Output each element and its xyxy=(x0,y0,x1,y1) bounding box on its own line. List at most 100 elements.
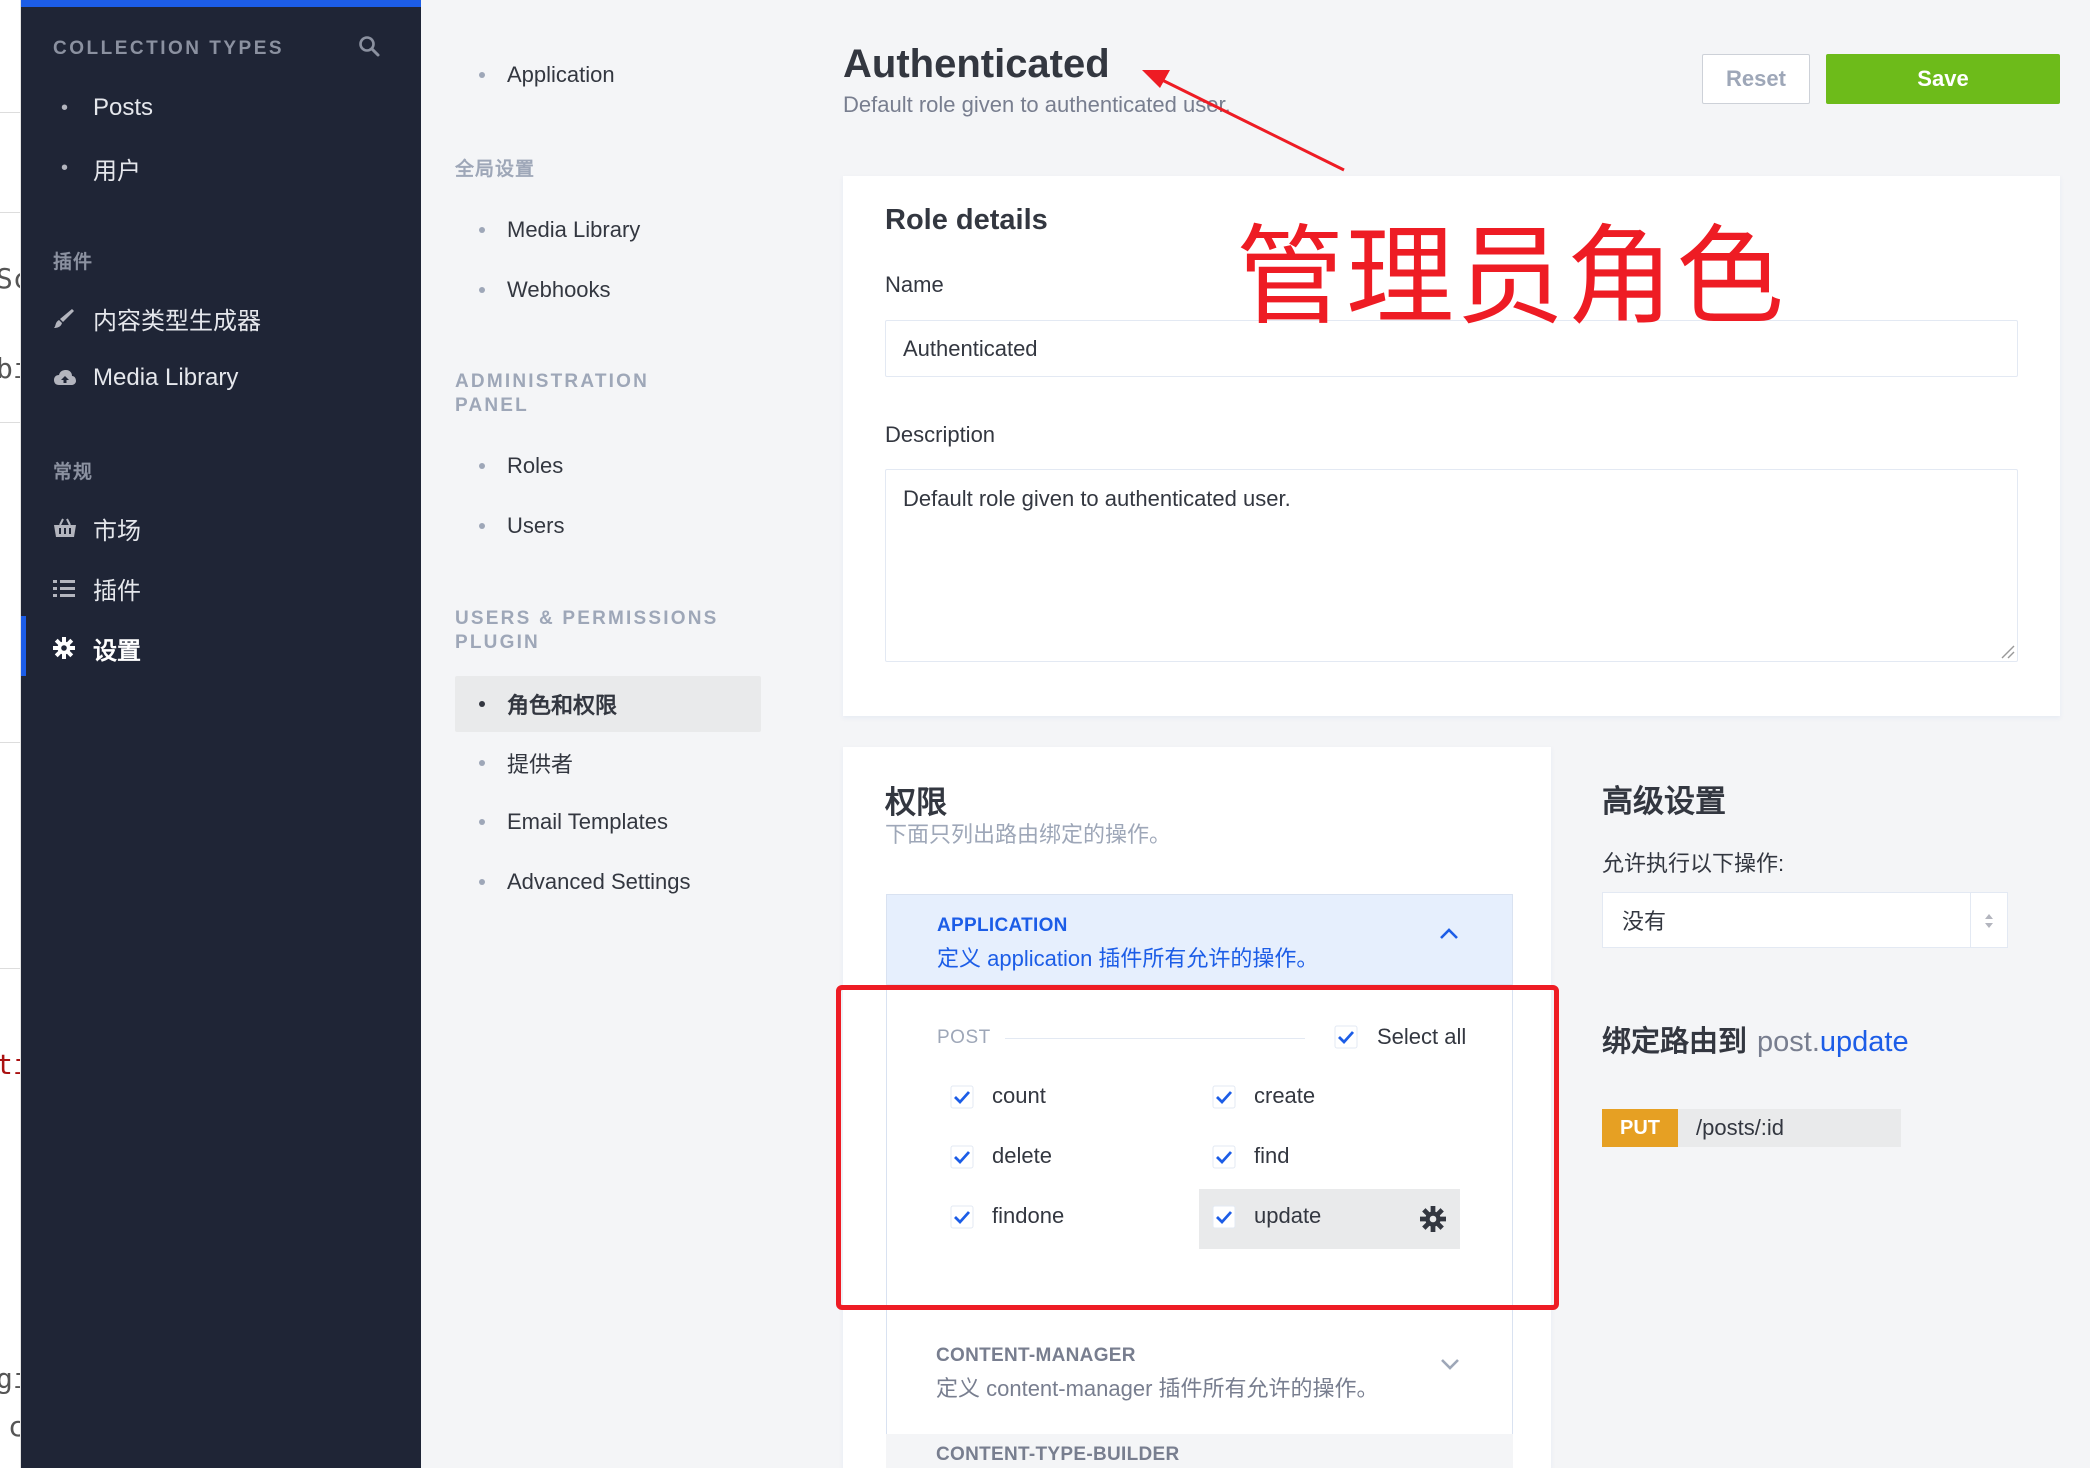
bullet-icon xyxy=(479,819,485,825)
accordion-name: APPLICATION xyxy=(937,915,1068,936)
bullet-icon xyxy=(479,760,485,766)
route-action: update xyxy=(1819,1026,1909,1058)
bullet-icon xyxy=(479,463,485,469)
users-permissions-heading: USERS & PERMISSIONS PLUGIN xyxy=(455,607,719,655)
settings-item-label: Webhooks xyxy=(507,277,611,302)
settings-item-label: Users xyxy=(507,513,565,538)
page-title: Authenticated xyxy=(843,42,1110,86)
bullet-icon xyxy=(479,523,485,529)
background-window-edge: Sc bi ti gi c xyxy=(0,0,21,1468)
sidebar-top-accent xyxy=(21,0,421,7)
sidebar-item-label: 用户 xyxy=(93,157,141,185)
annotation-box xyxy=(836,985,1559,1310)
chevron-up-icon[interactable] xyxy=(1438,927,1460,941)
bullet-icon xyxy=(479,227,485,233)
sidebar-item-posts[interactable]: • Posts xyxy=(53,86,153,130)
edge-fragment: gi xyxy=(0,1362,20,1395)
search-icon[interactable] xyxy=(357,34,383,60)
settings-item-label: 角色和权限 xyxy=(507,693,618,718)
permissions-subtitle: 下面只列出路由绑定的操作。 xyxy=(885,822,1172,847)
name-label: Name xyxy=(885,272,944,297)
heading-line: PLUGIN xyxy=(455,632,540,653)
resize-handle-icon[interactable] xyxy=(1999,643,2015,659)
accordion-name: CONTENT-TYPE-BUILDER xyxy=(936,1444,1180,1465)
policy-select-value: 没有 xyxy=(1622,909,1667,934)
basket-icon xyxy=(53,514,93,542)
description-label: Description xyxy=(885,422,996,447)
policy-select[interactable]: 没有 xyxy=(1602,892,2008,948)
route-verb: PUT xyxy=(1602,1109,1678,1147)
settings-item-label: 提供者 xyxy=(507,752,574,777)
sidebar-item-settings[interactable]: 设置 xyxy=(53,626,141,670)
settings-item-media-library[interactable]: Media Library xyxy=(455,202,761,258)
admin-panel-heading: ADMINISTRATION PANEL xyxy=(455,370,649,418)
select-divider xyxy=(1970,893,1971,947)
edge-divider xyxy=(0,112,20,113)
edge-divider xyxy=(0,422,20,423)
settings-item-roles[interactable]: Roles xyxy=(455,438,761,494)
content-manager-accordion[interactable]: CONTENT-MANAGER 定义 content-manager 插件所有允… xyxy=(886,1345,1513,1435)
edge-fragment: ti xyxy=(0,1048,20,1081)
cloud-upload-icon xyxy=(53,364,93,392)
main-sidebar: COLLECTION TYPES • Posts • 用户 插件 内容类型生成器… xyxy=(21,0,421,1468)
route-badge: PUT /posts/:id xyxy=(1602,1109,1901,1147)
sidebar-item-label: 插件 xyxy=(93,577,141,605)
route-model: post. xyxy=(1757,1026,1820,1058)
sidebar-item-content-type-builder[interactable]: 内容类型生成器 xyxy=(53,296,261,340)
allow-label: 允许执行以下操作: xyxy=(1602,851,1785,876)
select-arrows-icon xyxy=(1985,914,1993,928)
settings-item-providers[interactable]: 提供者 xyxy=(455,735,761,791)
sidebar-item-users[interactable]: • 用户 xyxy=(53,146,141,190)
role-details-title: Role details xyxy=(885,204,1048,236)
description-value: Default role given to authenticated user… xyxy=(903,486,1291,511)
gear-icon xyxy=(53,634,93,662)
chevron-down-icon[interactable] xyxy=(1439,1357,1461,1371)
sidebar-item-label: 设置 xyxy=(93,637,141,665)
bullet-icon: • xyxy=(61,96,69,119)
settings-item-label: Advanced Settings xyxy=(507,869,691,894)
edge-fragment: Sc xyxy=(0,262,20,295)
settings-item-email-templates[interactable]: Email Templates xyxy=(455,794,761,850)
content-type-builder-accordion[interactable]: CONTENT-TYPE-BUILDER xyxy=(886,1434,1513,1468)
advanced-settings-title: 高级设置 xyxy=(1602,784,1726,819)
sidebar-item-marketplace[interactable]: 市场 xyxy=(53,506,141,550)
sidebar-item-media-library[interactable]: Media Library xyxy=(53,356,238,400)
settings-nav: Application 全局设置 Media Library Webhooks … xyxy=(421,0,793,1468)
description-textarea[interactable]: Default role given to authenticated user… xyxy=(885,469,2018,662)
sidebar-item-label: Media Library xyxy=(93,364,239,391)
sidebar-item-label: 市场 xyxy=(93,517,141,545)
accordion-description: 定义 application 插件所有允许的操作。 xyxy=(937,946,1319,971)
settings-item-label: Roles xyxy=(507,453,564,478)
settings-item-label: Media Library xyxy=(507,217,641,242)
application-accordion-header[interactable]: APPLICATION 定义 application 插件所有允许的操作。 xyxy=(887,895,1512,985)
general-heading: 常规 xyxy=(53,462,94,483)
settings-item-users[interactable]: Users xyxy=(455,498,761,554)
active-indicator xyxy=(21,616,26,676)
permissions-title: 权限 xyxy=(885,785,947,820)
bound-route-title: 绑定路由到 post.update xyxy=(1602,1018,1909,1060)
edge-fragment: c xyxy=(8,1410,20,1443)
edge-divider xyxy=(0,968,20,969)
global-settings-heading: 全局设置 xyxy=(455,159,536,180)
sidebar-item-label: Posts xyxy=(93,94,154,121)
bullet-icon xyxy=(479,72,485,78)
heading-line: ADMINISTRATION xyxy=(455,371,650,392)
settings-item-label: Application xyxy=(507,62,615,87)
sidebar-item-plugins[interactable]: 插件 xyxy=(53,566,141,610)
settings-item-advanced-settings[interactable]: Advanced Settings xyxy=(455,854,761,910)
list-icon xyxy=(53,574,93,602)
route-title-label: 绑定路由到 xyxy=(1602,1026,1748,1058)
annotation-arrow-icon xyxy=(1142,70,1345,172)
bullet-icon xyxy=(479,701,485,707)
bullet-icon xyxy=(479,879,485,885)
reset-button[interactable]: Reset xyxy=(1702,54,1810,104)
heading-line: USERS & PERMISSIONS xyxy=(455,608,719,629)
edge-divider xyxy=(0,212,20,213)
save-button[interactable]: Save xyxy=(1826,54,2060,104)
bullet-icon xyxy=(479,287,485,293)
collection-types-heading: COLLECTION TYPES xyxy=(53,38,285,59)
settings-item-webhooks[interactable]: Webhooks xyxy=(455,262,761,318)
plugins-heading: 插件 xyxy=(53,252,94,273)
settings-item-application[interactable]: Application xyxy=(455,47,761,103)
settings-item-roles-permissions[interactable]: 角色和权限 xyxy=(455,676,761,732)
